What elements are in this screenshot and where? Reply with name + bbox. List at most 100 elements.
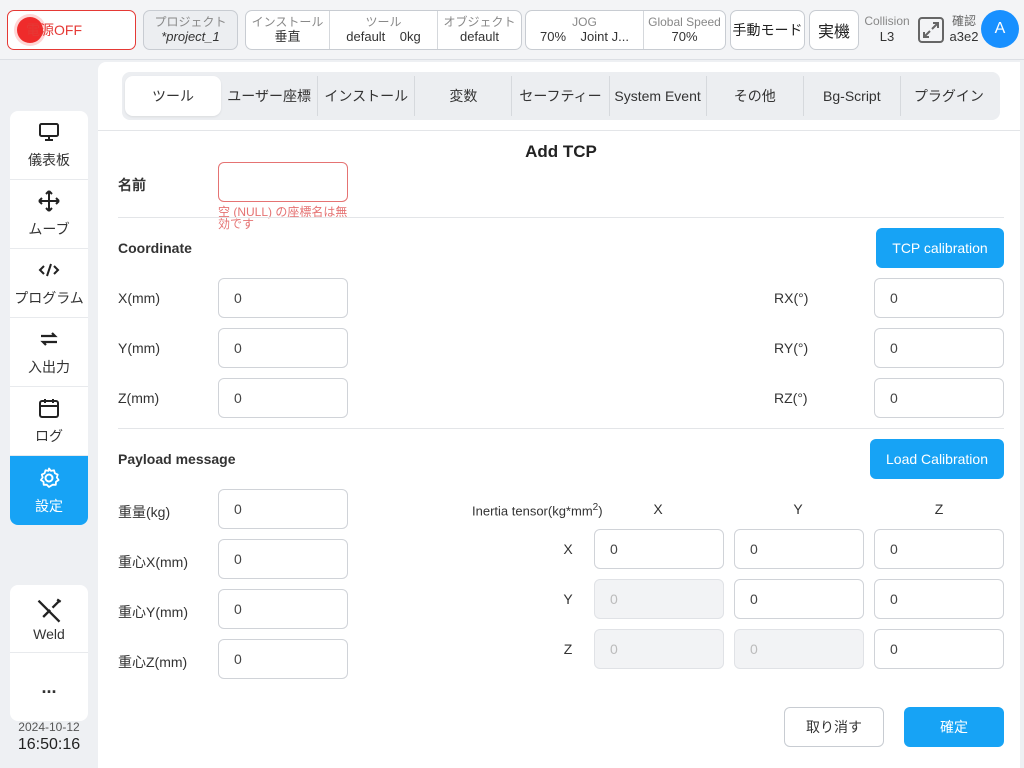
inertia-col-y: Y: [793, 501, 803, 517]
inertia-label: Inertia tensor(kg*mm2): [472, 502, 603, 518]
monitor-icon: [39, 123, 59, 141]
ry-label: RY(°): [774, 340, 809, 356]
install-selector[interactable]: インストール 垂直: [246, 11, 330, 49]
z-input[interactable]: 0: [218, 378, 348, 418]
clock-time: 16:50:16: [17, 736, 81, 753]
tool-value: default: [346, 29, 386, 44]
avatar[interactable]: A: [981, 10, 1019, 48]
inertia-izz-input[interactable]: 0: [874, 629, 1004, 669]
inertia-label-close: ): [598, 503, 603, 519]
tab-tool[interactable]: ツール: [125, 76, 222, 116]
speed-label: Global Speed: [648, 15, 721, 29]
tab-system-event[interactable]: System Event: [610, 76, 707, 116]
confirm-button[interactable]: 確定: [904, 707, 1004, 747]
cog-z-label: 重心Z(mm): [118, 654, 188, 670]
tabs-divider: [98, 130, 1020, 131]
expand-icon[interactable]: [917, 16, 945, 44]
sidebar-item-log[interactable]: ログ: [10, 387, 88, 456]
inertia-row-x: X: [563, 541, 573, 557]
coordinate-label: Coordinate: [118, 240, 192, 256]
inertia-izx-input: 0: [594, 629, 724, 669]
code-icon: [38, 263, 60, 277]
manual-mode-button[interactable]: 手動モード: [730, 10, 805, 50]
tool-value-row: default 0kg: [330, 29, 437, 45]
weld-label: Weld: [33, 625, 65, 642]
sidebar-item-dashboard[interactable]: 儀表板: [10, 111, 88, 180]
page-title: Add TCP: [525, 142, 597, 161]
tab-other[interactable]: その他: [707, 76, 804, 116]
calendar-icon: [39, 399, 59, 418]
install-tool-object-group: インストール 垂直 ツール default 0kg オブジェクト default: [245, 10, 522, 50]
more-button[interactable]: ...: [10, 653, 88, 721]
move-icon: [38, 190, 60, 212]
x-input[interactable]: 0: [218, 278, 348, 318]
inertia-ixx-input[interactable]: 0: [594, 529, 724, 569]
object-value: default: [459, 29, 500, 44]
install-value: 垂直: [274, 29, 301, 44]
sidebar-nav: 儀表板 ムーブ プログラム 入出力 ログ 設定: [10, 111, 88, 525]
sidebar-item-label: ムーブ: [28, 221, 70, 237]
sidebar-item-label: プログラム: [14, 290, 84, 306]
project-label: プロジェクト: [154, 15, 227, 29]
rx-label: RX(°): [774, 290, 809, 306]
sidebar-bottom: Weld ...: [10, 585, 88, 721]
cog-x-label: 重心X(mm): [118, 554, 188, 570]
project-selector[interactable]: プロジェクト *project_1: [143, 10, 238, 50]
sidebar-item-label: 入出力: [28, 359, 70, 375]
sidebar-item-io[interactable]: 入出力: [10, 318, 88, 387]
cog-z-input[interactable]: 0: [218, 639, 348, 679]
confirm-label: 確認: [951, 14, 976, 28]
tab-plugin[interactable]: プラグイン: [901, 76, 997, 116]
sidebar-item-label: 儀表板: [28, 152, 70, 168]
name-input[interactable]: [218, 162, 348, 202]
cog-y-input[interactable]: 0: [218, 589, 348, 629]
name-label: 名前: [118, 177, 146, 193]
rz-input[interactable]: 0: [874, 378, 1004, 418]
inertia-ixz-input[interactable]: 0: [874, 529, 1004, 569]
name-error: 空 (NULL) の座標名は無効です: [218, 205, 348, 231]
install-label: インストール: [251, 15, 324, 29]
inertia-iyx-input: 0: [594, 579, 724, 619]
tab-install[interactable]: インストール: [318, 76, 416, 116]
collision-status[interactable]: Collision L3: [864, 14, 910, 44]
rx-input[interactable]: 0: [874, 278, 1004, 318]
inertia-iyz-input[interactable]: 0: [874, 579, 1004, 619]
sidebar-item-move[interactable]: ムーブ: [10, 180, 88, 249]
jog-percent: 70%: [540, 29, 567, 44]
cancel-button[interactable]: 取り消す: [784, 707, 884, 747]
inertia-ixy-input[interactable]: 0: [734, 529, 864, 569]
project-value: *project_1: [161, 29, 220, 44]
real-machine-button[interactable]: 実機: [809, 10, 859, 50]
sidebar-item-settings[interactable]: 設定: [10, 456, 88, 525]
inertia-izy-input: 0: [734, 629, 864, 669]
tool-selector[interactable]: ツール default 0kg: [330, 11, 438, 49]
sidebar-item-weld[interactable]: Weld: [10, 585, 88, 653]
weight-input[interactable]: 0: [218, 489, 348, 529]
object-selector[interactable]: オブジェクト default: [438, 11, 521, 49]
tcp-calibration-button[interactable]: TCP calibration: [876, 228, 1004, 268]
tab-bg-script[interactable]: Bg-Script: [804, 76, 901, 116]
power-button[interactable]: 電源OFF: [7, 10, 136, 50]
inertia-iyy-input[interactable]: 0: [734, 579, 864, 619]
tab-variables[interactable]: 変数: [415, 76, 513, 116]
tab-user-coordinate[interactable]: ユーザー座標: [221, 76, 319, 116]
ry-input[interactable]: 0: [874, 328, 1004, 368]
z-label: Z(mm): [118, 390, 160, 406]
cog-x-input[interactable]: 0: [218, 539, 348, 579]
y-input[interactable]: 0: [218, 328, 348, 368]
global-speed-selector[interactable]: Global Speed 70%: [644, 11, 725, 49]
speed-value: 70%: [671, 29, 698, 44]
clock-date: 2024-10-12: [18, 720, 80, 734]
power-label: 電源OFF: [26, 22, 82, 38]
gear-icon: [40, 467, 60, 488]
jog-selector[interactable]: JOG 70% Joint J...: [526, 11, 644, 49]
inertia-col-x: X: [653, 501, 663, 517]
tab-safety[interactable]: セーフティー: [512, 76, 610, 116]
sidebar-item-label: 設定: [35, 497, 63, 514]
jog-value-row: 70% Joint J...: [526, 29, 643, 45]
load-calibration-button[interactable]: Load Calibration: [870, 439, 1004, 479]
jog-speed-group: JOG 70% Joint J... Global Speed 70%: [525, 10, 726, 50]
cog-y-label: 重心Y(mm): [118, 604, 188, 620]
sidebar-item-program[interactable]: プログラム: [10, 249, 88, 318]
collision-label: Collision: [864, 14, 910, 28]
